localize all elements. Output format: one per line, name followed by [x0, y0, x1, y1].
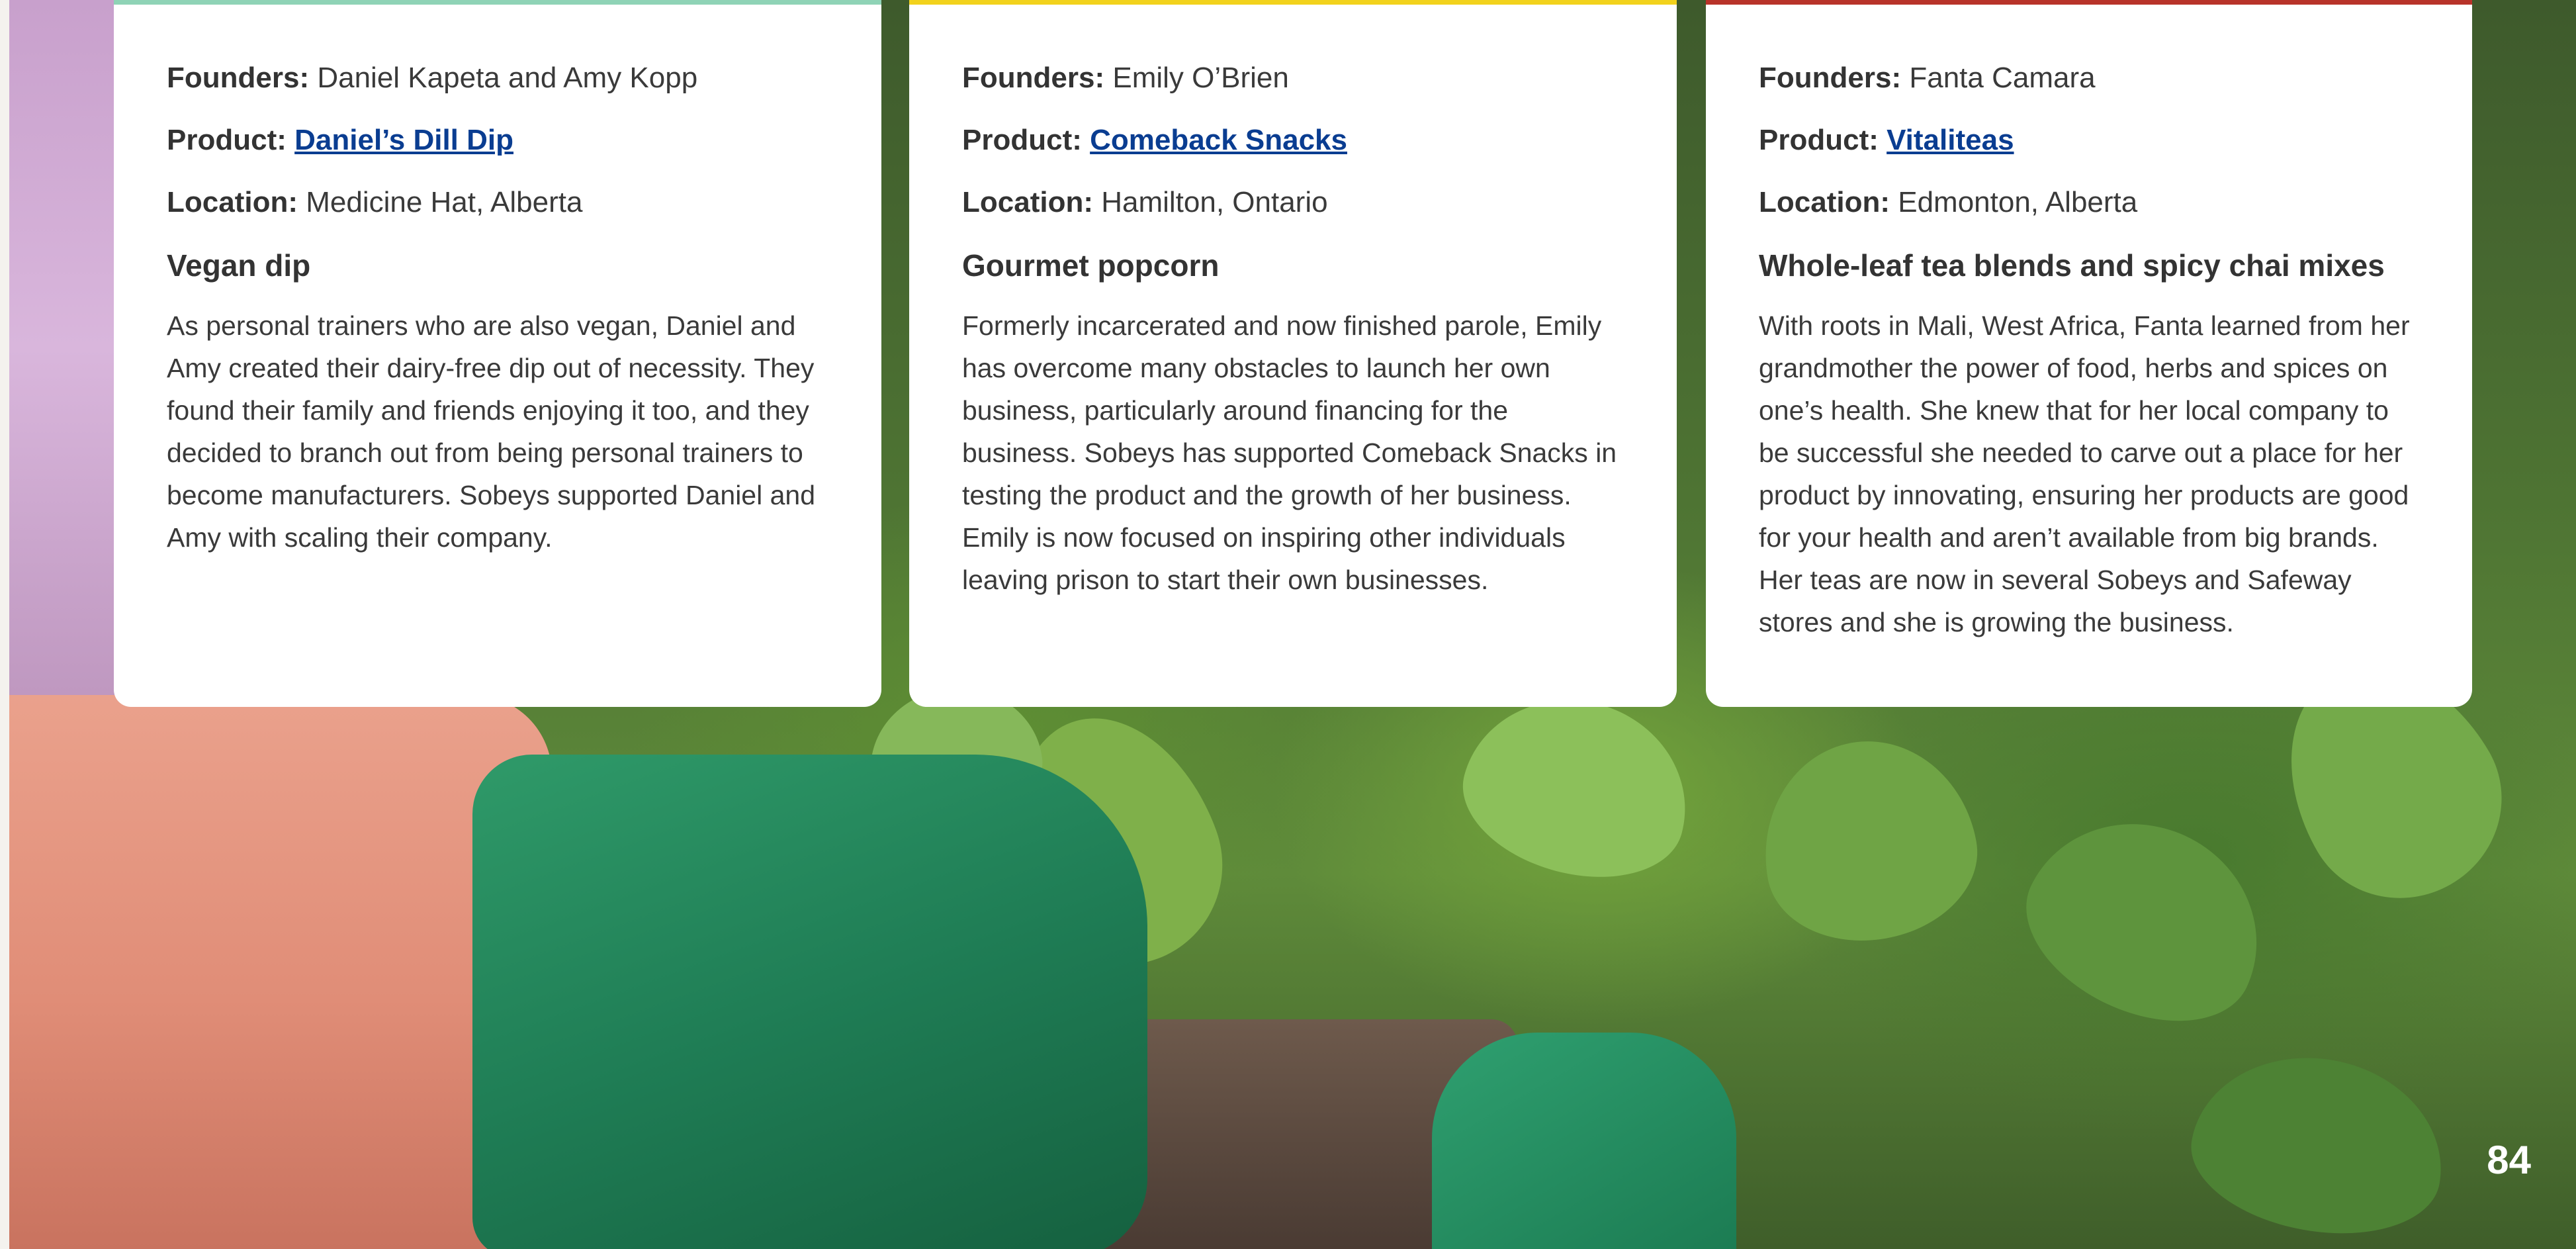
founder-card-3: Founders: Fanta Camara Product: Vitalite…	[1706, 0, 2472, 707]
founders-label: Founders:	[962, 62, 1105, 94]
location-row: Location: Medicine Hat, Alberta	[167, 184, 828, 221]
location-label: Location:	[167, 186, 298, 218]
founders-row: Founders: Daniel Kapeta and Amy Kopp	[167, 60, 828, 97]
product-heading: Whole-leaf tea blends and spicy chai mix…	[1759, 248, 2385, 283]
location-label: Location:	[1759, 186, 1890, 218]
leaf	[1999, 786, 2294, 1054]
product-link[interactable]: Vitaliteas	[1887, 124, 2014, 156]
leaf	[1446, 675, 1709, 900]
product-label: Product:	[1759, 124, 1879, 156]
product-link[interactable]: Comeback Snacks	[1090, 124, 1347, 156]
location-row: Location: Edmonton, Alberta	[1759, 184, 2419, 221]
founders-label: Founders:	[167, 62, 310, 94]
founders-value: Daniel Kapeta and Amy Kopp	[317, 62, 698, 94]
location-label: Location:	[962, 186, 1093, 218]
founders-value: Emily O’Brien	[1112, 62, 1289, 94]
founder-card-1: Founders: Daniel Kapeta and Amy Kopp Pro…	[114, 0, 881, 707]
product-row: Product: Vitaliteas	[1759, 122, 2419, 159]
background-pink-area	[9, 0, 128, 695]
founders-label: Founders:	[1759, 62, 1902, 94]
location-value: Hamilton, Ontario	[1101, 186, 1328, 218]
green-glove	[472, 755, 1147, 1249]
product-label: Product:	[167, 124, 287, 156]
green-glove-second	[1432, 1033, 1736, 1249]
location-value: Edmonton, Alberta	[1898, 186, 2138, 218]
card-accent-bar	[909, 0, 1677, 5]
location-value: Medicine Hat, Alberta	[306, 186, 583, 218]
leaf	[1747, 724, 1990, 957]
card-description: Formerly incarcerated and now finished p…	[962, 310, 1617, 595]
product-row: Product: Comeback Snacks	[962, 122, 1624, 159]
founders-value: Fanta Camara	[1909, 62, 2096, 94]
leaf	[2180, 1038, 2458, 1249]
product-row: Product: Daniel’s Dill Dip	[167, 122, 828, 159]
product-label: Product:	[962, 124, 1082, 156]
card-description: As personal trainers who are also vegan,…	[167, 310, 816, 553]
card-accent-bar	[1706, 0, 2472, 5]
arm	[9, 695, 552, 1249]
founders-row: Founders: Emily O’Brien	[962, 60, 1624, 97]
location-row: Location: Hamilton, Ontario	[962, 184, 1624, 221]
product-heading: Vegan dip	[167, 248, 311, 283]
page-number: 84	[2487, 1138, 2531, 1182]
card-description: With roots in Mali, West Africa, Fanta l…	[1759, 310, 2410, 637]
founders-row: Founders: Fanta Camara	[1759, 60, 2419, 97]
product-link[interactable]: Daniel’s Dill Dip	[294, 124, 513, 156]
founder-card-2: Founders: Emily O’Brien Product: Comebac…	[909, 0, 1677, 707]
product-heading: Gourmet popcorn	[962, 248, 1220, 283]
card-accent-bar	[114, 0, 881, 5]
